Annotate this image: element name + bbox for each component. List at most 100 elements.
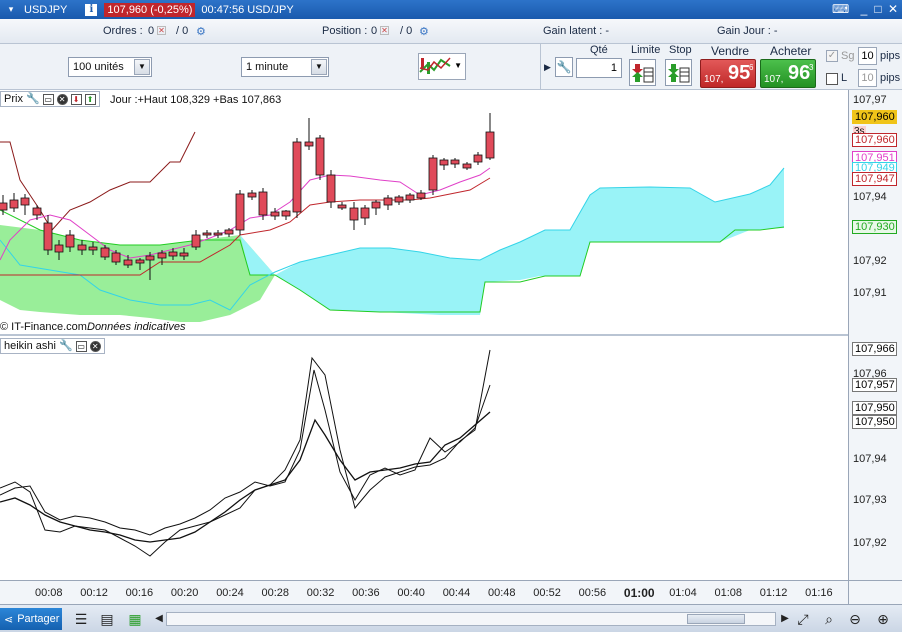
keyboard-icon[interactable]: ⌨ [832,2,849,16]
candle-body[interactable] [32,207,42,216]
close-icon[interactable]: ✕ [89,340,101,352]
candle-body[interactable] [157,252,167,259]
sg-checkbox[interactable]: ✓ [826,50,838,62]
sell-button[interactable]: 107, 95 6 [700,59,756,88]
candle-body[interactable] [371,201,381,209]
position-gear-icon[interactable]: ⚙ [419,25,429,38]
candle-body[interactable] [473,154,483,163]
candle-body[interactable] [123,259,133,266]
collapse-arrow-icon[interactable]: ▶ [544,62,551,73]
l-checkbox[interactable] [826,73,838,85]
menu-icon[interactable]: ☰ [72,610,90,628]
arrow-down-icon[interactable]: ⬇ [70,93,82,105]
l-pips-input[interactable]: 10 [858,69,877,87]
candle-body[interactable] [292,141,302,213]
candle-body[interactable] [100,247,110,258]
candle-body[interactable] [247,192,257,198]
candle-body[interactable] [235,193,245,231]
symbol-name[interactable]: USDJPY [24,4,67,16]
candle-body[interactable] [145,255,155,261]
candle-body[interactable] [326,174,336,203]
candle-body[interactable] [349,207,359,221]
window-icon[interactable]: ▭ [75,340,87,352]
qty-input[interactable]: 1 [576,58,622,78]
candle-body[interactable] [202,232,212,236]
maximize-button[interactable]: □ [870,2,886,16]
interval-select[interactable]: 1 minute ▼ [241,57,329,77]
price-pane-label[interactable]: Prix 🔧 ▭ ✕ ⬇ ⬆ [0,91,100,107]
candle-body[interactable] [383,197,393,206]
notes-icon[interactable]: ▤ [98,610,116,628]
orders-label: Ordres : [103,25,143,37]
chart-area[interactable]: Prix 🔧 ▭ ✕ ⬇ ⬆ Jour :+Haut 108,329 +Bas … [0,90,848,580]
stop-order-button[interactable] [665,59,692,86]
candle-body[interactable] [304,141,314,147]
close-position-icon[interactable]: ✕ [380,24,389,36]
candle-body[interactable] [88,246,98,251]
close-icon[interactable]: ✕ [56,93,68,105]
candle-body[interactable] [281,210,291,217]
candle-body[interactable] [135,259,145,264]
cancel-orders-icon[interactable]: ✕ [157,24,166,36]
grid-icon[interactable]: ▦ [126,610,144,628]
zoom-in-icon[interactable]: ⊕ [874,610,892,628]
buy-button[interactable]: 107, 96 3 [760,59,816,88]
candle-body[interactable] [179,252,189,257]
candle-body[interactable] [20,197,30,206]
candle-body[interactable] [462,163,472,169]
candle-body[interactable] [450,159,460,165]
scroll-right-icon[interactable]: ▶ [776,610,794,628]
chevron-down-icon[interactable]: ▼ [454,61,462,70]
close-button[interactable]: ✕ [885,2,901,16]
window-icon[interactable]: ▭ [42,93,54,105]
units-select[interactable]: 100 unités ▼ [68,57,152,77]
share-button[interactable]: ⋖ Partager [0,608,62,630]
candle-body[interactable] [9,199,19,209]
last-price-box: 107,960 [852,110,897,124]
candle-body[interactable] [315,137,325,176]
candle-body[interactable] [191,234,201,248]
horizontal-scrollbar[interactable] [166,612,776,626]
candle-body[interactable] [405,194,415,201]
candle-body[interactable] [77,244,87,251]
candle-body[interactable] [224,229,234,235]
chevron-down-icon[interactable]: ▼ [311,59,327,75]
scrollbar-thumb[interactable] [687,614,745,624]
wrench-icon[interactable]: 🔧 [26,92,40,106]
heikin-pane-label[interactable]: heikin ashi 🔧 ▭ ✕ [0,338,105,354]
candle-body[interactable] [54,244,64,253]
chevron-down-icon[interactable]: ▼ [134,59,150,75]
zoom-out-icon[interactable]: ⊖ [846,610,864,628]
menu-dropdown-icon[interactable]: ▾ [0,4,22,15]
candle-body[interactable] [439,159,449,166]
time-axis[interactable]: 00:08 00:12 00:16 00:20 00:24 00:28 00:32 00:36… [0,580,848,604]
sg-pips-input[interactable]: 10 [858,47,877,65]
orders-gear-icon[interactable]: ⚙ [196,25,206,38]
candle-body[interactable] [428,157,438,191]
candle-body[interactable] [0,202,8,211]
info-icon[interactable]: i [85,3,98,16]
candle-body[interactable] [485,131,495,159]
candle-body[interactable] [270,211,280,217]
autoscale-icon[interactable]: ⤢ [794,610,812,628]
price-axis[interactable]: 107,97 107,94 107,92 107,91 107,960 3s 1… [848,90,902,580]
indicator-button[interactable]: ▼ [418,53,466,80]
candle-body[interactable] [168,251,178,257]
candle-body[interactable] [416,192,426,199]
chart-canvas[interactable] [0,90,848,580]
candle-body[interactable] [394,196,404,203]
x-tick: 00:20 [170,587,199,599]
wrench-icon[interactable]: 🔧 [555,57,573,77]
candle-body[interactable] [360,207,370,219]
gain-latent: Gain latent : - [543,25,610,37]
candle-body[interactable] [337,204,347,209]
candle-body[interactable] [111,252,121,263]
arrow-up-icon[interactable]: ⬆ [84,93,96,105]
candle-body[interactable] [213,232,223,236]
candle-body[interactable] [65,234,75,248]
limit-order-button[interactable] [629,59,656,86]
wrench-icon[interactable]: 🔧 [59,339,73,353]
candle-body[interactable] [258,191,268,216]
zoom-fit-icon[interactable]: ⌕ [820,610,838,628]
candle-body[interactable] [43,222,53,251]
